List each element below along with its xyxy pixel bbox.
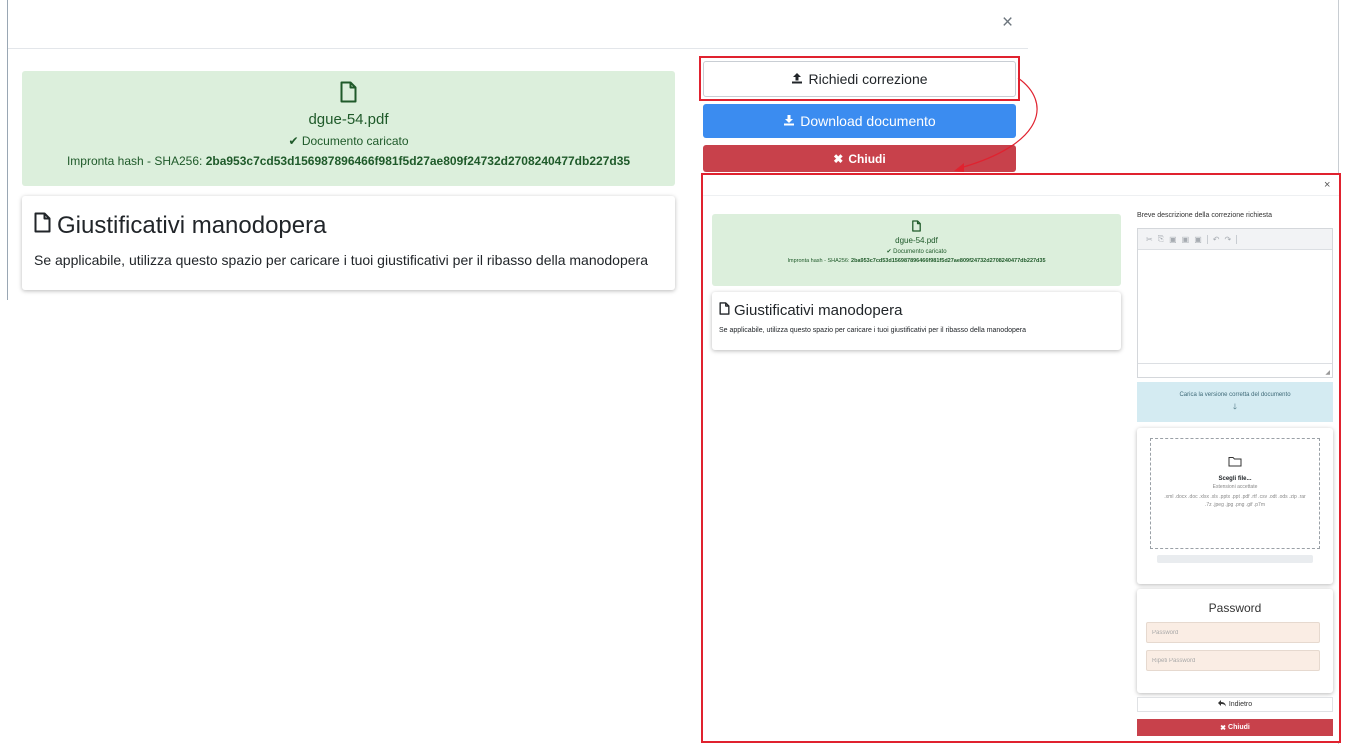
reply-arrow-icon [1217, 700, 1226, 709]
accepted-extensions-list: .xml .docx .doc .xlsx .xls .pptx .ppt .p… [1164, 494, 1306, 508]
file-icon [719, 302, 730, 319]
panel-section-title: Giustificativi manodopera [719, 302, 1114, 319]
close-icon: ✖ [833, 151, 844, 166]
password-input[interactable] [1146, 622, 1320, 643]
panel-close-button[interactable]: × [1324, 179, 1330, 191]
check-icon: ✔ [288, 134, 299, 148]
correction-description-label: Breve descrizione della correzione richi… [1137, 212, 1273, 219]
request-correction-button[interactable]: Richiedi correzione [703, 61, 1016, 97]
upload-progress-bar [1157, 555, 1313, 563]
arrow-down-icon: 🡓 [1232, 402, 1238, 411]
download-icon [783, 113, 795, 129]
panel-close-label: Chiudi [1228, 724, 1250, 731]
panel-document-status-text: Documento caricato [893, 249, 947, 255]
file-dropzone[interactable]: Scegli file... Estensioni accettate .xml… [1150, 438, 1320, 549]
panel-section-title-text: Giustificativi manodopera [734, 302, 903, 319]
repeat-password-input[interactable] [1146, 650, 1320, 671]
panel-section-description: Se applicabile, utilizza questo spazio p… [719, 327, 1026, 334]
rich-text-editor[interactable]: ✂ ⎘ ▣ ▣ ▣ ↶ ↷ ◢ [1137, 228, 1333, 378]
hash-value: 2ba953c7cd53d156987896466f981f5d27ae809f… [205, 154, 631, 168]
panel-document-status: ✔ Documento caricato [712, 248, 1121, 255]
editor-toolbar: ✂ ⎘ ▣ ▣ ▣ ↶ ↷ [1138, 229, 1332, 250]
panel-header-divider [703, 195, 1339, 196]
document-status-text: Documento caricato [301, 134, 409, 148]
upload-corrected-info: Carica la versione corretta del document… [1137, 382, 1333, 422]
editor-text-area[interactable] [1138, 250, 1332, 363]
panel-document-file-name: dgue-54.pdf [895, 236, 938, 245]
accepted-extensions-label: Estensioni accettate [1212, 484, 1258, 490]
file-icon [340, 81, 357, 108]
document-status: ✔ Documento caricato [22, 134, 675, 148]
panel-document-hash: Impronta hash - SHA256: 2ba953c7cd53d156… [712, 258, 1121, 264]
cut-icon[interactable]: ✂ [1146, 235, 1153, 244]
download-document-button[interactable]: Download documento [703, 104, 1016, 138]
paste-text-icon[interactable]: ▣ [1182, 235, 1190, 244]
uploaded-document-box: dgue-54.pdf ✔ Documento caricato Impront… [22, 71, 675, 186]
folder-icon [1228, 454, 1242, 471]
panel-hash-value: 2ba953c7cd53d156987896466f981f5d27ae809f… [851, 258, 1046, 264]
download-document-label: Download documento [800, 113, 936, 129]
hash-label: Impronta hash - SHA256: [66, 154, 203, 168]
panel-uploaded-document-box: dgue-54.pdf ✔ Documento caricato Impront… [712, 214, 1121, 286]
toolbar-separator [1206, 234, 1208, 244]
file-upload-card: Scegli file... Estensioni accettate .xml… [1137, 428, 1333, 584]
section-title: Giustificativi manodopera [34, 212, 663, 240]
file-icon [34, 212, 51, 240]
panel-justification-card: Giustificativi manodopera Se applicabile… [712, 292, 1121, 350]
copy-icon[interactable]: ⎘ [1158, 234, 1164, 244]
close-label: Chiudi [848, 151, 886, 166]
page: × dgue-54.pdf ✔ Documento caricato Impro… [0, 0, 1351, 744]
resize-handle-icon[interactable]: ◢ [1325, 369, 1330, 376]
correction-panel: × dgue-54.pdf ✔ Documento caricato Impro… [701, 173, 1341, 743]
close-button[interactable]: ✖ Chiudi [703, 145, 1016, 172]
panel-hash-label: Impronta hash - SHA256: [787, 258, 850, 264]
paste-icon[interactable]: ▣ [1169, 235, 1177, 244]
left-border [7, 0, 8, 300]
back-label: Indietro [1228, 701, 1253, 708]
password-card: Password [1137, 589, 1333, 693]
editor-status-bar: ◢ [1138, 363, 1332, 377]
file-icon [912, 220, 921, 234]
close-icon: ✖ [1220, 724, 1227, 732]
request-correction-label: Richiedi correzione [808, 71, 928, 87]
toolbar-separator [1236, 234, 1238, 244]
upload-corrected-text: Carica la versione corretta del document… [1179, 392, 1291, 398]
upload-icon [791, 71, 803, 87]
document-hash: Impronta hash - SHA256: 2ba953c7cd53d156… [22, 154, 675, 168]
paste-word-icon[interactable]: ▣ [1194, 235, 1202, 244]
panel-close-action-button[interactable]: ✖ Chiudi [1137, 719, 1333, 736]
check-icon: ✔ [886, 249, 892, 255]
section-description: Se applicabile, utilizza questo spazio p… [34, 252, 648, 268]
password-title: Password [1208, 601, 1262, 615]
justification-card: Giustificativi manodopera Se applicabile… [22, 196, 675, 290]
undo-icon[interactable]: ↶ [1213, 235, 1220, 244]
section-title-text: Giustificativi manodopera [57, 212, 327, 239]
back-button[interactable]: Indietro [1137, 697, 1333, 712]
modal-close-button[interactable]: × [1002, 13, 1013, 32]
redo-icon[interactable]: ↷ [1225, 235, 1232, 244]
modal-header-divider [8, 48, 1028, 49]
choose-file-label[interactable]: Scegli file... [1151, 476, 1319, 482]
document-file-name: dgue-54.pdf [308, 111, 389, 128]
